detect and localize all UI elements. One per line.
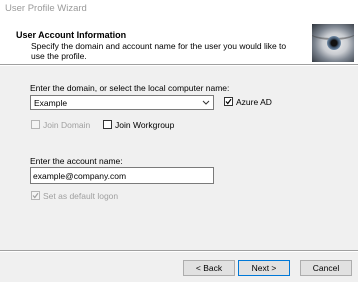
eye-icon bbox=[312, 24, 354, 62]
next-button[interactable]: Next > bbox=[238, 260, 290, 276]
domain-label: Enter the domain, or select the local co… bbox=[30, 83, 230, 93]
set-default-logon-label: Set as default logon bbox=[43, 191, 119, 201]
page-description: Specify the domain and account name for … bbox=[31, 41, 287, 61]
join-workgroup-checkbox[interactable] bbox=[103, 120, 112, 129]
domain-combobox[interactable]: Example bbox=[30, 95, 214, 110]
wizard-header: User Account Information Specify the dom… bbox=[0, 20, 358, 64]
window-title: User Profile Wizard bbox=[5, 3, 87, 14]
footer-divider bbox=[0, 250, 358, 252]
account-label: Enter the account name: bbox=[30, 156, 123, 166]
page-title: User Account Information bbox=[16, 30, 127, 40]
checkmark-icon bbox=[225, 98, 232, 105]
header-divider bbox=[0, 64, 358, 66]
account-name-field[interactable] bbox=[30, 167, 214, 184]
domain-combobox-value: Example bbox=[34, 98, 68, 108]
checkmark-icon bbox=[32, 192, 39, 199]
azure-ad-label: Azure AD bbox=[236, 97, 272, 107]
join-domain-label: Join Domain bbox=[43, 120, 91, 130]
back-button[interactable]: < Back bbox=[183, 260, 235, 276]
account-name-input[interactable] bbox=[33, 169, 209, 182]
chevron-down-icon bbox=[202, 100, 210, 105]
set-default-logon-checkbox[interactable] bbox=[31, 191, 40, 200]
title-bar: User Profile Wizard bbox=[0, 0, 358, 20]
join-workgroup-label: Join Workgroup bbox=[115, 120, 175, 130]
join-domain-checkbox[interactable] bbox=[31, 120, 40, 129]
cancel-button[interactable]: Cancel bbox=[300, 260, 352, 276]
azure-ad-checkbox[interactable] bbox=[224, 97, 233, 106]
